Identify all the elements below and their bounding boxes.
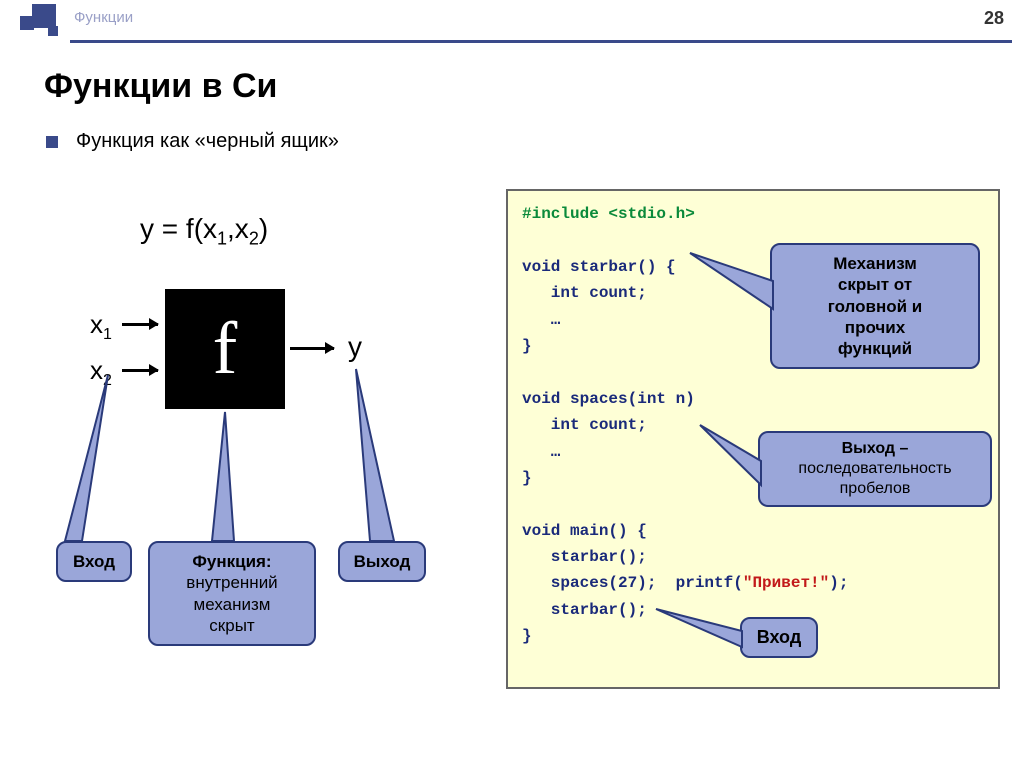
callout-input-code-text: Вход: [757, 627, 802, 647]
code-l12a: spaces(27); printf(: [522, 574, 743, 592]
callout-output: Выход: [338, 541, 426, 582]
callout-function-bold: Функция:: [192, 552, 271, 571]
code-l2: void starbar() {: [522, 258, 676, 276]
slide-header: Функции 28: [0, 0, 1024, 40]
code-l4: …: [522, 311, 560, 329]
logo-squares-icon: [18, 2, 62, 38]
code-l7: int count;: [522, 416, 647, 434]
code-l6: void spaces(int n): [522, 390, 695, 408]
header-underline: [70, 40, 1012, 43]
callout-input-text: Вход: [73, 552, 115, 571]
y-label: y: [348, 331, 362, 363]
callout-mechanism-text: Механизм скрыт от головной и прочих функ…: [828, 254, 923, 358]
x2-label: x2: [90, 355, 112, 390]
code-l3: int count;: [522, 284, 647, 302]
code-l8: …: [522, 443, 560, 461]
callout-function: Функция: внутренний механизм скрыт: [148, 541, 316, 646]
black-box: f: [165, 289, 285, 409]
arrow-x1-icon: [122, 323, 158, 326]
callout-output-text: Выход: [354, 552, 411, 571]
code-l12c: );: [829, 574, 848, 592]
box-letter: f: [213, 307, 238, 392]
code-l12b: "Привет!": [743, 574, 829, 592]
code-l11: starbar();: [522, 548, 647, 566]
page-title: Функции в Си: [44, 67, 1024, 106]
code-l13: starbar();: [522, 601, 647, 619]
callout-function-rest: внутренний механизм скрыт: [186, 573, 277, 635]
callout-exit-bold: Выход –: [842, 440, 909, 457]
x1-label: x1: [90, 309, 112, 344]
code-l14: }: [522, 627, 532, 645]
formula-text: y = f(x1,x2): [140, 213, 268, 250]
code-include: #include <stdio.h>: [522, 205, 695, 223]
code-l9: }: [522, 469, 532, 487]
section-label: Функции: [74, 9, 133, 32]
arrow-x2-icon: [122, 369, 158, 372]
code-l5: }: [522, 337, 532, 355]
arrow-y-icon: [290, 347, 334, 350]
bullet-text: Функция как «черный ящик»: [76, 130, 339, 153]
bullet-item: Функция как «черный ящик»: [46, 130, 1024, 153]
bullet-icon: [46, 136, 58, 148]
callout-input: Вход: [56, 541, 132, 582]
callout-exit-rest: последовательность пробелов: [798, 460, 951, 497]
callout-mechanism: Механизм скрыт от головной и прочих функ…: [770, 243, 980, 369]
page-number: 28: [984, 8, 1004, 29]
callout-exit: Выход – последовательность пробелов: [758, 431, 992, 507]
code-l10: void main() {: [522, 522, 647, 540]
callout-input-code: Вход: [740, 617, 818, 658]
